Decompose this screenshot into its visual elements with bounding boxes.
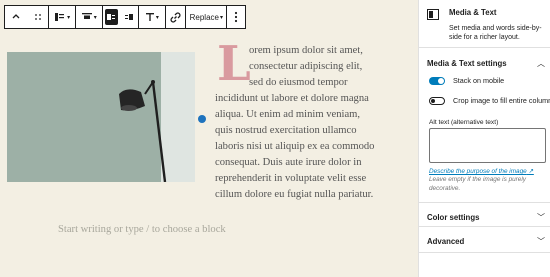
alt-text-field[interactable] xyxy=(429,128,546,163)
text-style-icon[interactable]: ▾ xyxy=(139,6,165,28)
panel-title: Color settings xyxy=(427,212,480,222)
link-icon[interactable] xyxy=(166,6,186,28)
align-icon[interactable]: ▾ xyxy=(49,6,75,28)
drag-handle-icon[interactable] xyxy=(27,6,49,28)
panel-title: Advanced xyxy=(427,236,465,246)
alt-text-help-link[interactable]: Describe the purpose of the image ↗ xyxy=(429,167,534,175)
external-link-icon: ↗ xyxy=(528,168,534,175)
paragraph-line: aliqua. Ut enim ad minim veniam, xyxy=(215,109,361,120)
chevron-down-icon: ▾ xyxy=(219,14,223,21)
more-options-icon[interactable] xyxy=(227,6,245,28)
block-card: Media & Text Set media and words side-by… xyxy=(419,0,550,48)
chevron-down-icon: ▾ xyxy=(67,13,71,21)
toolbar-divider xyxy=(101,6,103,28)
chevron-down-icon: ▾ xyxy=(93,13,97,21)
replace-label: Replace xyxy=(189,12,219,22)
paragraph-line: consequat. Duis aute irure dolor in xyxy=(215,157,362,168)
crop-image-row[interactable]: Crop image to fill entire column xyxy=(429,96,550,105)
panel-divider xyxy=(419,252,550,253)
block-title: Media & Text xyxy=(449,8,497,17)
paragraph-line: sed do eiusmod tempor xyxy=(249,77,348,88)
block-toolbar: ▾ ▾ ▾ Replace ▾ xyxy=(4,5,246,29)
chevron-down-icon: ﹀ xyxy=(537,212,545,222)
crop-image-label: Crop image to fill entire column xyxy=(453,96,550,105)
lamp-illustration xyxy=(119,80,167,182)
paragraph-line: incididunt ut labore et dolore magna xyxy=(215,93,369,104)
paragraph-block[interactable]: orem ipsum dolor sit amet, consectetur a… xyxy=(215,43,385,203)
resize-handle[interactable] xyxy=(198,115,206,123)
paragraph-line: orem ipsum dolor sit amet, xyxy=(249,45,363,56)
media-text-icon xyxy=(427,9,439,20)
block-description: Set media and words side-by-side for a r… xyxy=(449,25,542,41)
alt-text-label: Alt text (alternative text) xyxy=(429,119,499,126)
panel-title: Media & Text settings xyxy=(427,58,507,68)
chevron-down-icon: ▾ xyxy=(155,13,159,21)
stack-on-mobile-row[interactable]: Stack on mobile xyxy=(429,76,504,85)
paragraph-line: quis nostrud exercitation ullamco xyxy=(215,125,357,136)
alt-text-help: Leave empty if the image is purely decor… xyxy=(429,176,526,192)
replace-button[interactable]: Replace ▾ xyxy=(186,6,226,28)
chevron-down-icon: ﹀ xyxy=(537,236,545,246)
stack-on-mobile-toggle[interactable] xyxy=(429,76,445,85)
media-left-icon[interactable] xyxy=(104,9,119,25)
transform-icon[interactable] xyxy=(5,6,27,28)
media-right-icon[interactable] xyxy=(120,6,138,28)
paragraph-line: cillum dolore eu fugiat nulla pariatur. xyxy=(215,189,374,200)
alt-link-text: Describe the purpose of the image xyxy=(429,168,527,175)
block-placeholder[interactable]: Start writing or type / to choose a bloc… xyxy=(58,224,226,235)
stack-on-mobile-label: Stack on mobile xyxy=(453,76,505,85)
paragraph-line: consectetur adipiscing elit, xyxy=(249,61,363,72)
media-image[interactable] xyxy=(7,52,195,182)
advanced-toggle[interactable]: Advanced ﹀ xyxy=(419,227,550,255)
media-text-settings-toggle[interactable]: Media & Text settings ︿ xyxy=(419,49,550,77)
chevron-up-icon: ︿ xyxy=(537,58,545,68)
settings-sidebar: Media & Text Set media and words side-by… xyxy=(418,0,550,277)
paragraph-line: laboris nisi ut aliquip ex ea commodo xyxy=(215,141,375,152)
vertical-align-icon[interactable]: ▾ xyxy=(76,6,102,28)
editor-canvas[interactable]: ▾ ▾ ▾ Replace ▾ L orem ipsum dolor sit a… xyxy=(0,0,418,277)
paragraph-line: reprehenderit in voluptate velit esse xyxy=(215,173,367,184)
crop-image-toggle[interactable] xyxy=(429,96,445,105)
